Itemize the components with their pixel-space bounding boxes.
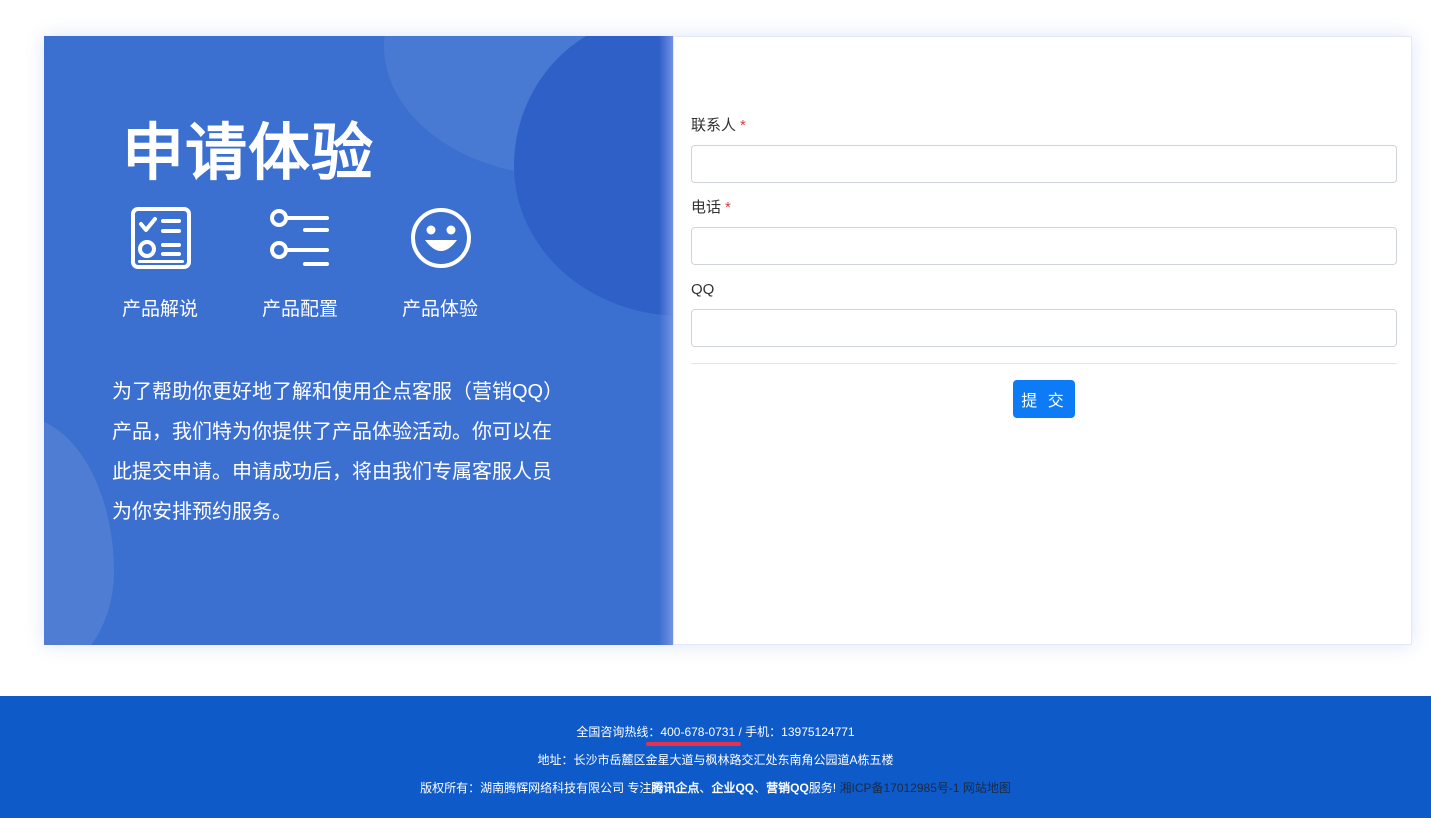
- keyword-separator: 、: [699, 781, 712, 795]
- settings-list-icon: [270, 209, 329, 266]
- hotline-number: 400-678-0731: [660, 725, 736, 739]
- qq-input[interactable]: [691, 309, 1397, 347]
- form-divider: [691, 363, 1397, 364]
- required-mark: *: [740, 117, 746, 134]
- hotline-wrap: 400-678-0731: [646, 725, 742, 746]
- apply-card: 申请体验 产品解说 产品配置 产品体验 为了帮助你更好地了解和使用企点客服（营销…: [44, 36, 1412, 645]
- qq-field: QQ: [691, 279, 1397, 347]
- contact-field: 联系人 *: [691, 115, 1397, 183]
- checklist-icon: [131, 207, 191, 269]
- apply-form: 联系人 * 电话 * QQ 提 交: [691, 115, 1397, 418]
- phone-input[interactable]: [691, 227, 1397, 265]
- site-footer: 全国咨询热线：400-678-0731 / 手机：13975124771 地址：…: [0, 696, 1431, 818]
- footer-copyright-line: 版权所有：湖南腾辉网络科技有限公司 专注腾讯企点、企业QQ、营销QQ服务! 湘I…: [0, 779, 1431, 796]
- decor-blob: [44, 416, 114, 645]
- mobile-separator: / 手机：: [735, 725, 782, 739]
- copyright-suffix: 服务!: [808, 781, 837, 795]
- sitemap-link[interactable]: 网站地图: [963, 781, 1011, 795]
- feature-item: 产品解说: [122, 206, 262, 321]
- keyword-marketing-qq: 营销QQ: [766, 781, 809, 795]
- feature-label: 产品配置: [262, 299, 339, 320]
- footer-contact-line: 全国咨询热线：400-678-0731 / 手机：13975124771: [0, 723, 1431, 746]
- footer-address-line: 地址：长沙市岳麓区金星大道与枫林路交汇处东南角公园道A栋五楼: [0, 751, 1431, 768]
- footer-address: 地址：长沙市岳麓区金星大道与枫林路交汇处东南角公园道A栋五楼: [537, 753, 894, 767]
- keyword-enterprise-qq: 企业QQ: [711, 781, 755, 795]
- mobile-number: 13975124771: [781, 725, 855, 739]
- feature-label: 产品体验: [402, 299, 479, 320]
- icp-link[interactable]: 湘ICP备17012985号-1: [839, 781, 959, 795]
- phone-label: 电话: [691, 199, 722, 216]
- page: 申请体验 产品解说 产品配置 产品体验 为了帮助你更好地了解和使用企点客服（营销…: [0, 0, 1431, 818]
- qq-label: QQ: [691, 281, 715, 298]
- field-label: 电话 *: [691, 197, 1397, 219]
- feature-label: 产品解说: [122, 299, 199, 320]
- feature-item: 产品体验: [402, 206, 542, 321]
- feature-item: 产品配置: [262, 206, 402, 321]
- apply-form-panel: 联系人 * 电话 * QQ 提 交: [673, 36, 1412, 645]
- page-title: 申请体验: [122, 119, 375, 188]
- copyright-prefix: 版权所有：湖南腾辉网络科技有限公司 专注: [420, 781, 652, 795]
- keyword-separator: 、: [754, 781, 767, 795]
- field-label: 联系人 *: [691, 115, 1397, 137]
- hotline-highlight-underline: [646, 742, 742, 746]
- submit-button[interactable]: 提 交: [1013, 380, 1075, 418]
- keyword-tencent-qidian: 腾讯企点: [651, 781, 700, 795]
- required-mark: *: [725, 199, 731, 216]
- panel-edge-shade: [659, 36, 673, 645]
- smiley-icon: [411, 208, 471, 268]
- feature-list: 产品解说 产品配置 产品体验: [122, 206, 542, 321]
- intro-text: 为了帮助你更好地了解和使用企点客服（营销QQ）产品，我们特为你提供了产品体验活动…: [112, 381, 554, 523]
- contact-name-input[interactable]: [691, 145, 1397, 183]
- phone-field: 电话 *: [691, 197, 1397, 265]
- field-label: QQ: [691, 279, 1397, 301]
- contact-label: 联系人: [691, 117, 737, 134]
- apply-intro-panel: 申请体验 产品解说 产品配置 产品体验 为了帮助你更好地了解和使用企点客服（营销…: [44, 36, 673, 645]
- hotline-prefix: 全国咨询热线：: [576, 725, 661, 739]
- submit-row: 提 交: [691, 380, 1397, 418]
